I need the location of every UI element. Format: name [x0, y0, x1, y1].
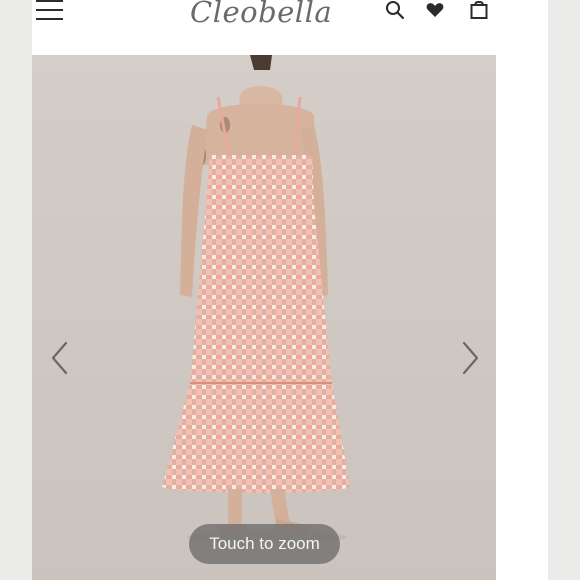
product-image-gallery[interactable]	[32, 55, 496, 580]
heart-icon[interactable]	[425, 0, 445, 20]
product-page: Cleobella Touch to zoom	[32, 0, 548, 580]
shopping-bag-icon[interactable]	[469, 0, 489, 20]
chevron-left-icon[interactable]	[48, 340, 72, 376]
search-icon[interactable]	[385, 0, 405, 20]
chevron-right-icon[interactable]	[458, 340, 482, 376]
site-header: Cleobella	[32, 0, 548, 54]
touch-to-zoom-button[interactable]: Touch to zoom	[189, 524, 340, 564]
hamburger-menu-icon[interactable]	[36, 0, 64, 22]
product-photo	[32, 55, 496, 580]
brand-logo[interactable]: Cleobella	[190, 0, 340, 32]
